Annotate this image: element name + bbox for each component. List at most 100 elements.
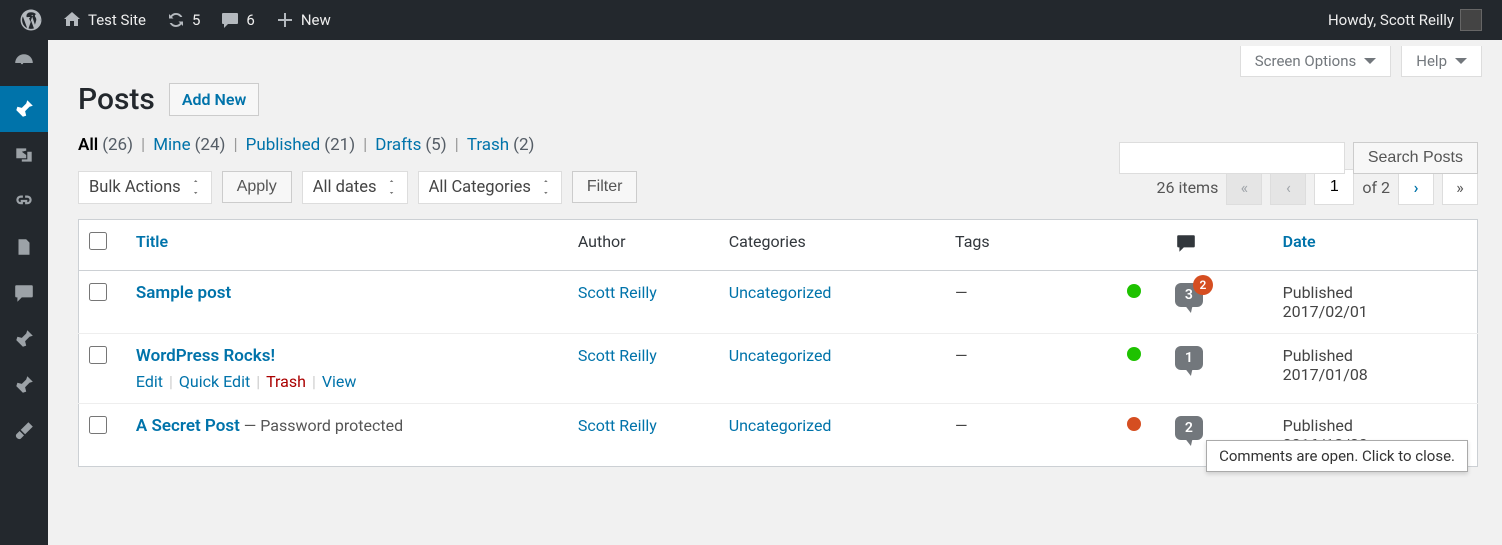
post-status: Published: [1283, 346, 1467, 365]
post-title-link[interactable]: Sample post: [136, 283, 231, 303]
search-button[interactable]: Search Posts: [1353, 142, 1478, 174]
pagination-of-label: of 2: [1362, 178, 1390, 197]
menu-pages[interactable]: [0, 224, 48, 270]
plus-icon: [275, 10, 295, 30]
pending-comments-badge[interactable]: 2: [1193, 275, 1213, 295]
tags-value: —: [955, 283, 968, 302]
pagination-next[interactable]: ›: [1398, 169, 1434, 205]
link-icon: [13, 190, 35, 212]
site-home[interactable]: Test Site: [52, 0, 156, 40]
adminbar-comment-count: 6: [246, 11, 254, 29]
category-filter-select[interactable]: All Categories: [418, 171, 562, 204]
pagination-total: 26 items: [1156, 178, 1218, 197]
post-date: 2017/01/08: [1283, 365, 1467, 384]
category-link[interactable]: Uncategorized: [729, 346, 832, 365]
screen-options-tab[interactable]: Screen Options: [1240, 46, 1392, 77]
wp-logo[interactable]: [10, 0, 52, 40]
column-comments[interactable]: [1165, 220, 1273, 271]
row-checkbox[interactable]: [89, 346, 107, 364]
bulk-actions-select[interactable]: Bulk Actions: [78, 171, 212, 204]
post-date: 2017/02/01: [1283, 302, 1467, 321]
row-action-edit[interactable]: Edit: [136, 372, 163, 391]
column-tags: Tags: [945, 220, 1117, 271]
menu-comments[interactable]: [0, 270, 48, 316]
update-icon: [166, 10, 186, 30]
category-link[interactable]: Uncategorized: [729, 416, 832, 435]
post-title-link[interactable]: WordPress Rocks!: [136, 346, 275, 366]
new-content-link[interactable]: New: [265, 0, 341, 40]
filter-trash-count: (2): [513, 135, 534, 155]
pagination-last[interactable]: »: [1442, 169, 1478, 205]
filter-published-count: (21): [324, 135, 355, 155]
menu-dashboard[interactable]: [0, 40, 48, 86]
chevron-down-icon: [1364, 58, 1376, 64]
help-label: Help: [1416, 52, 1447, 70]
comment-count-bubble[interactable]: 2: [1175, 416, 1203, 440]
media-icon: [13, 144, 35, 166]
filter-published[interactable]: Published: [246, 135, 321, 155]
author-link[interactable]: Scott Reilly: [578, 283, 657, 302]
help-tab[interactable]: Help: [1401, 46, 1482, 77]
menu-appearance[interactable]: [0, 316, 48, 362]
pagination-first[interactable]: «: [1226, 169, 1262, 205]
comments-closed-indicator[interactable]: [1127, 417, 1141, 431]
column-categories: Categories: [719, 220, 945, 271]
menu-tools[interactable]: [0, 408, 48, 454]
pin-icon: [13, 328, 35, 350]
comment-count-bubble[interactable]: 1: [1175, 346, 1203, 370]
menu-plugins[interactable]: [0, 362, 48, 408]
comment-icon: [1175, 232, 1197, 254]
update-count: 5: [192, 11, 200, 29]
table-row: WordPress Rocks! Edit| Quick Edit| Trash…: [79, 334, 1478, 404]
comments-open-indicator[interactable]: [1127, 284, 1141, 298]
menu-links[interactable]: [0, 178, 48, 224]
row-checkbox[interactable]: [89, 416, 107, 434]
column-title[interactable]: Title: [126, 220, 568, 271]
tags-value: —: [955, 416, 968, 435]
new-label: New: [301, 11, 331, 29]
dashboard-icon: [13, 52, 35, 74]
category-link[interactable]: Uncategorized: [729, 283, 832, 302]
filter-mine[interactable]: Mine: [153, 135, 190, 155]
password-protected-label: — Password protected: [240, 416, 403, 435]
apply-button[interactable]: Apply: [222, 171, 292, 203]
column-date[interactable]: Date: [1273, 220, 1478, 271]
comment-icon: [220, 10, 240, 30]
tags-value: —: [955, 346, 968, 365]
add-new-button[interactable]: Add New: [169, 83, 259, 116]
menu-media[interactable]: [0, 132, 48, 178]
pagination-prev[interactable]: ‹: [1270, 169, 1306, 205]
filter-drafts-count: (5): [425, 135, 446, 155]
author-link[interactable]: Scott Reilly: [578, 416, 657, 435]
brush-icon: [13, 420, 35, 442]
filter-all[interactable]: All: [78, 135, 98, 155]
filter-all-count: (26): [102, 135, 133, 155]
filter-trash[interactable]: Trash: [467, 135, 509, 155]
filter-mine-count: (24): [195, 135, 226, 155]
select-all-checkbox[interactable]: [89, 232, 107, 250]
my-account[interactable]: Howdy, Scott Reilly: [1318, 0, 1492, 40]
menu-posts[interactable]: [0, 86, 48, 132]
post-title-link[interactable]: A Secret Post: [136, 416, 240, 436]
row-action-trash[interactable]: Trash: [266, 372, 306, 391]
row-action-view[interactable]: View: [322, 372, 357, 391]
comments-link[interactable]: 6: [210, 0, 264, 40]
post-status: Published: [1283, 416, 1467, 435]
row-checkbox[interactable]: [89, 283, 107, 301]
updates-link[interactable]: 5: [156, 0, 210, 40]
date-filter-select[interactable]: All dates: [302, 171, 408, 204]
author-link[interactable]: Scott Reilly: [578, 346, 657, 365]
page-title: Posts: [78, 82, 155, 117]
pages-icon: [13, 236, 35, 258]
search-input[interactable]: [1119, 142, 1345, 174]
post-status: Published: [1283, 283, 1467, 302]
filter-drafts[interactable]: Drafts: [375, 135, 421, 155]
pin-icon: [13, 374, 35, 396]
comments-open-indicator[interactable]: [1127, 347, 1141, 361]
row-action-quick-edit[interactable]: Quick Edit: [179, 372, 250, 391]
avatar: [1460, 9, 1482, 31]
screen-options-label: Screen Options: [1255, 52, 1357, 70]
filter-button[interactable]: Filter: [572, 171, 638, 203]
home-icon: [62, 10, 82, 30]
pagination-current-input[interactable]: [1314, 169, 1354, 205]
